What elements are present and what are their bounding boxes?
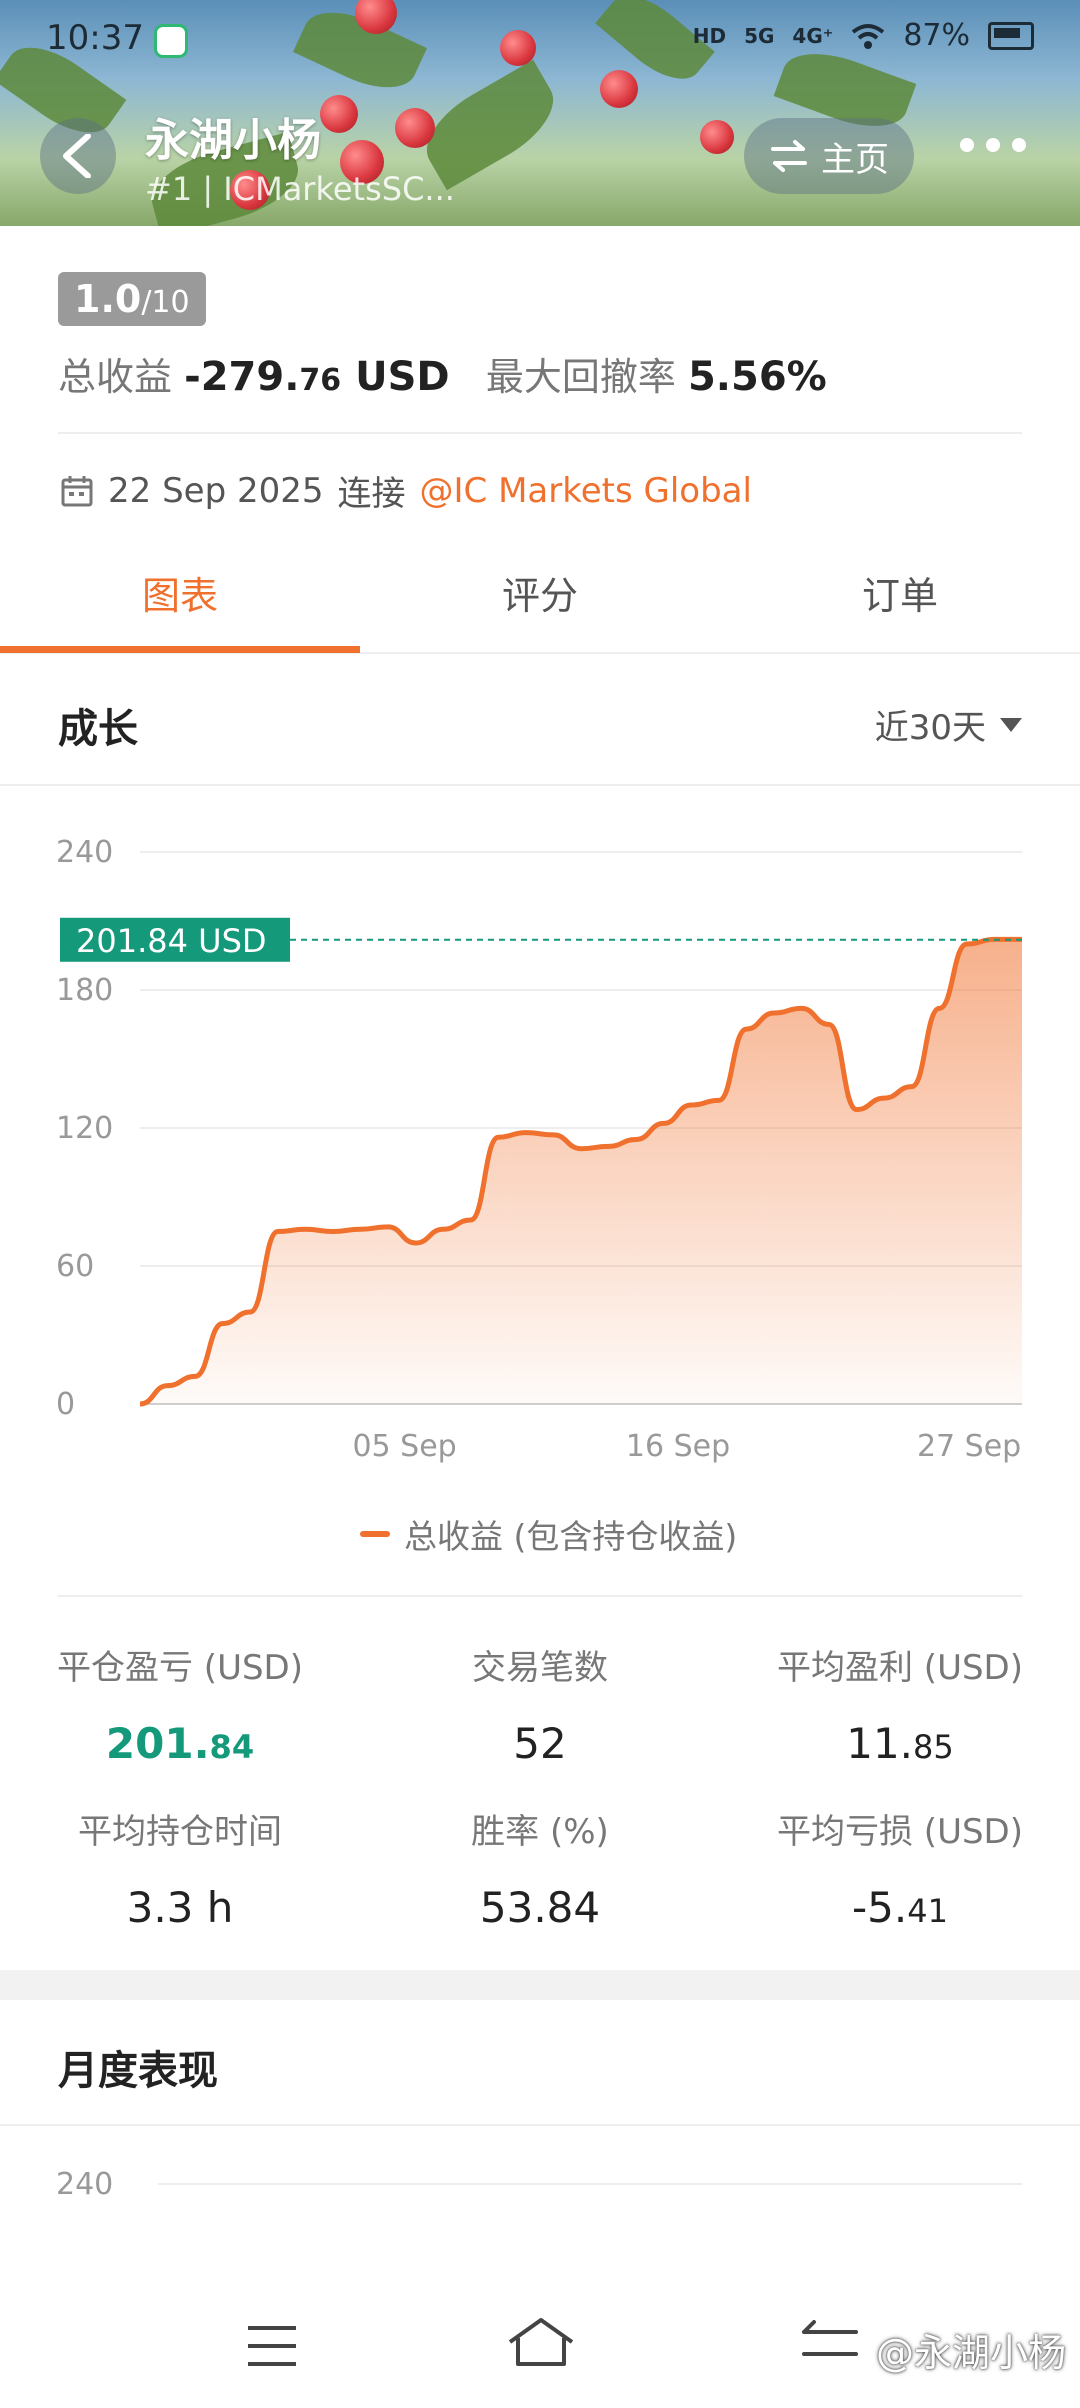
section-separator	[0, 1970, 1080, 2000]
battery-icon	[988, 21, 1034, 50]
summary-divider	[58, 432, 1022, 434]
calendar-icon	[61, 475, 93, 506]
network-5g: 5G	[744, 23, 775, 48]
status-time: 10:37	[46, 18, 144, 58]
stat-label: 平均盈利 (USD)	[777, 1648, 1023, 1688]
monthly-title: 月度表现	[58, 2048, 218, 2094]
total-profit-dec: 76	[299, 363, 342, 398]
tab-rating[interactable]: 评分	[360, 556, 720, 656]
y-tick-label: 180	[56, 973, 113, 1008]
stat-avg-hold: 平均持仓时间 3.3 h	[0, 1804, 360, 1932]
chevron-left-icon	[63, 134, 91, 178]
switch-icon	[771, 140, 807, 172]
hd-indicator: HD	[692, 23, 727, 48]
stat-label: 平均亏损 (USD)	[777, 1812, 1023, 1852]
dot-icon	[960, 138, 974, 152]
growth-divider	[0, 784, 1080, 786]
growth-title: 成长	[58, 706, 138, 752]
menu-icon[interactable]	[246, 2324, 298, 2368]
stat-win-rate: 胜率 (%) 53.84	[360, 1804, 720, 1932]
stat-value: 52	[513, 1719, 567, 1768]
stat-closed-pnl: 平仓盈亏 (USD) 201.84	[0, 1640, 360, 1768]
y-tick-label: 120	[56, 1111, 113, 1146]
connection-date: 22 Sep 2025	[108, 470, 324, 511]
network-4g: 4G⁺	[792, 23, 834, 48]
stat-avg-loss: 平均亏损 (USD) -5.41	[720, 1804, 1080, 1932]
x-tick-label: 16 Sep	[626, 1429, 730, 1464]
stat-value: 11.85	[846, 1719, 954, 1768]
period-label: 近30天	[874, 708, 986, 748]
legend-swatch	[360, 1531, 390, 1537]
stat-label: 平均持仓时间	[78, 1812, 282, 1852]
monthly-divider	[0, 2124, 1080, 2126]
header-fruit	[395, 108, 435, 148]
profile-title: 永湖小杨	[145, 115, 321, 166]
period-selector[interactable]: 近30天	[875, 700, 1022, 749]
rating-total: /10	[141, 285, 190, 320]
profile-subtitle: #1 | ICMarketsSC...	[145, 170, 455, 208]
profile-header: 10:37 HD 5G 4G⁺ 87% 永湖小杨 #1 | ICMarketsS…	[0, 0, 1080, 226]
connection-info: 22 Sep 2025 连接 @IC Markets Global	[60, 466, 752, 515]
current-value-text: 201.84 USD	[76, 922, 267, 960]
stat-label: 平仓盈亏 (USD)	[57, 1648, 303, 1688]
watermark: @永湖小杨	[875, 2331, 1066, 2375]
monthly-tick-label: 240	[56, 2167, 113, 2202]
stat-value: 201.84	[105, 1719, 255, 1768]
stat-avg-profit: 平均盈利 (USD) 11.85	[720, 1640, 1080, 1768]
home-icon[interactable]	[506, 2316, 576, 2368]
total-profit-label: 总收益	[58, 355, 173, 399]
dot-icon	[1012, 138, 1026, 152]
stats-divider	[58, 1595, 1022, 1597]
dot-icon	[986, 138, 1000, 152]
rating-score: 1.0	[74, 277, 142, 321]
stat-label: 胜率 (%)	[471, 1812, 609, 1852]
back-button[interactable]	[40, 118, 116, 194]
profit-summary: 总收益 -279.76 USD 最大回撤率 5.56%	[58, 346, 827, 401]
x-tick-label: 05 Sep	[352, 1429, 456, 1464]
more-options-button[interactable]	[960, 138, 1026, 152]
y-tick-label: 60	[56, 1249, 94, 1284]
wifi-icon	[852, 23, 885, 49]
x-tick-label: 27 Sep	[917, 1429, 1021, 1464]
wechat-icon	[154, 24, 188, 58]
stat-value: 53.84	[479, 1883, 601, 1932]
y-tick-label: 240	[56, 835, 113, 870]
tab-orders[interactable]: 订单	[720, 556, 1080, 656]
broker-link[interactable]: @IC Markets Global	[420, 471, 752, 511]
stat-label: 交易笔数	[472, 1648, 608, 1688]
chart-legend[interactable]: 总收益 (包含持仓收益)	[360, 1510, 737, 1558]
home-button[interactable]: 主页	[744, 118, 914, 194]
tab-bar: 图表 评分 订单	[0, 556, 1080, 656]
header-fruit	[700, 120, 734, 154]
growth-area	[140, 939, 1022, 1404]
caret-down-icon	[1000, 717, 1022, 732]
status-bar: 10:37 HD 5G 4G⁺ 87%	[46, 18, 1034, 68]
total-profit-int: -279.	[184, 354, 300, 400]
home-button-label: 主页	[821, 139, 889, 180]
header-fruit	[600, 70, 638, 108]
stat-value: 3.3 h	[126, 1883, 234, 1932]
battery-percent: 87%	[903, 18, 970, 53]
header-fruit	[320, 95, 358, 133]
stat-value: -5.41	[852, 1883, 948, 1932]
back-nav-icon[interactable]	[800, 2320, 860, 2366]
tab-chart[interactable]: 图表	[0, 556, 360, 656]
connection-label: 连接	[337, 474, 406, 514]
tab-active-indicator	[0, 646, 360, 653]
monthly-chart: 240	[56, 2167, 1022, 2202]
stat-trades: 交易笔数 52	[360, 1640, 720, 1768]
rating-badge: 1.0 /10	[58, 272, 206, 326]
legend-label: 总收益 (包含持仓收益)	[404, 1517, 738, 1556]
max-drawdown-value: 5.56%	[687, 354, 827, 400]
total-profit-unit: USD	[355, 354, 450, 400]
y-tick-label: 0	[56, 1387, 75, 1422]
max-drawdown-label: 最大回撤率	[485, 355, 676, 399]
growth-chart: 201.84 USD 0 60 120 180 240 05 Sep 16 Sep 27 S…	[56, 835, 1022, 1464]
